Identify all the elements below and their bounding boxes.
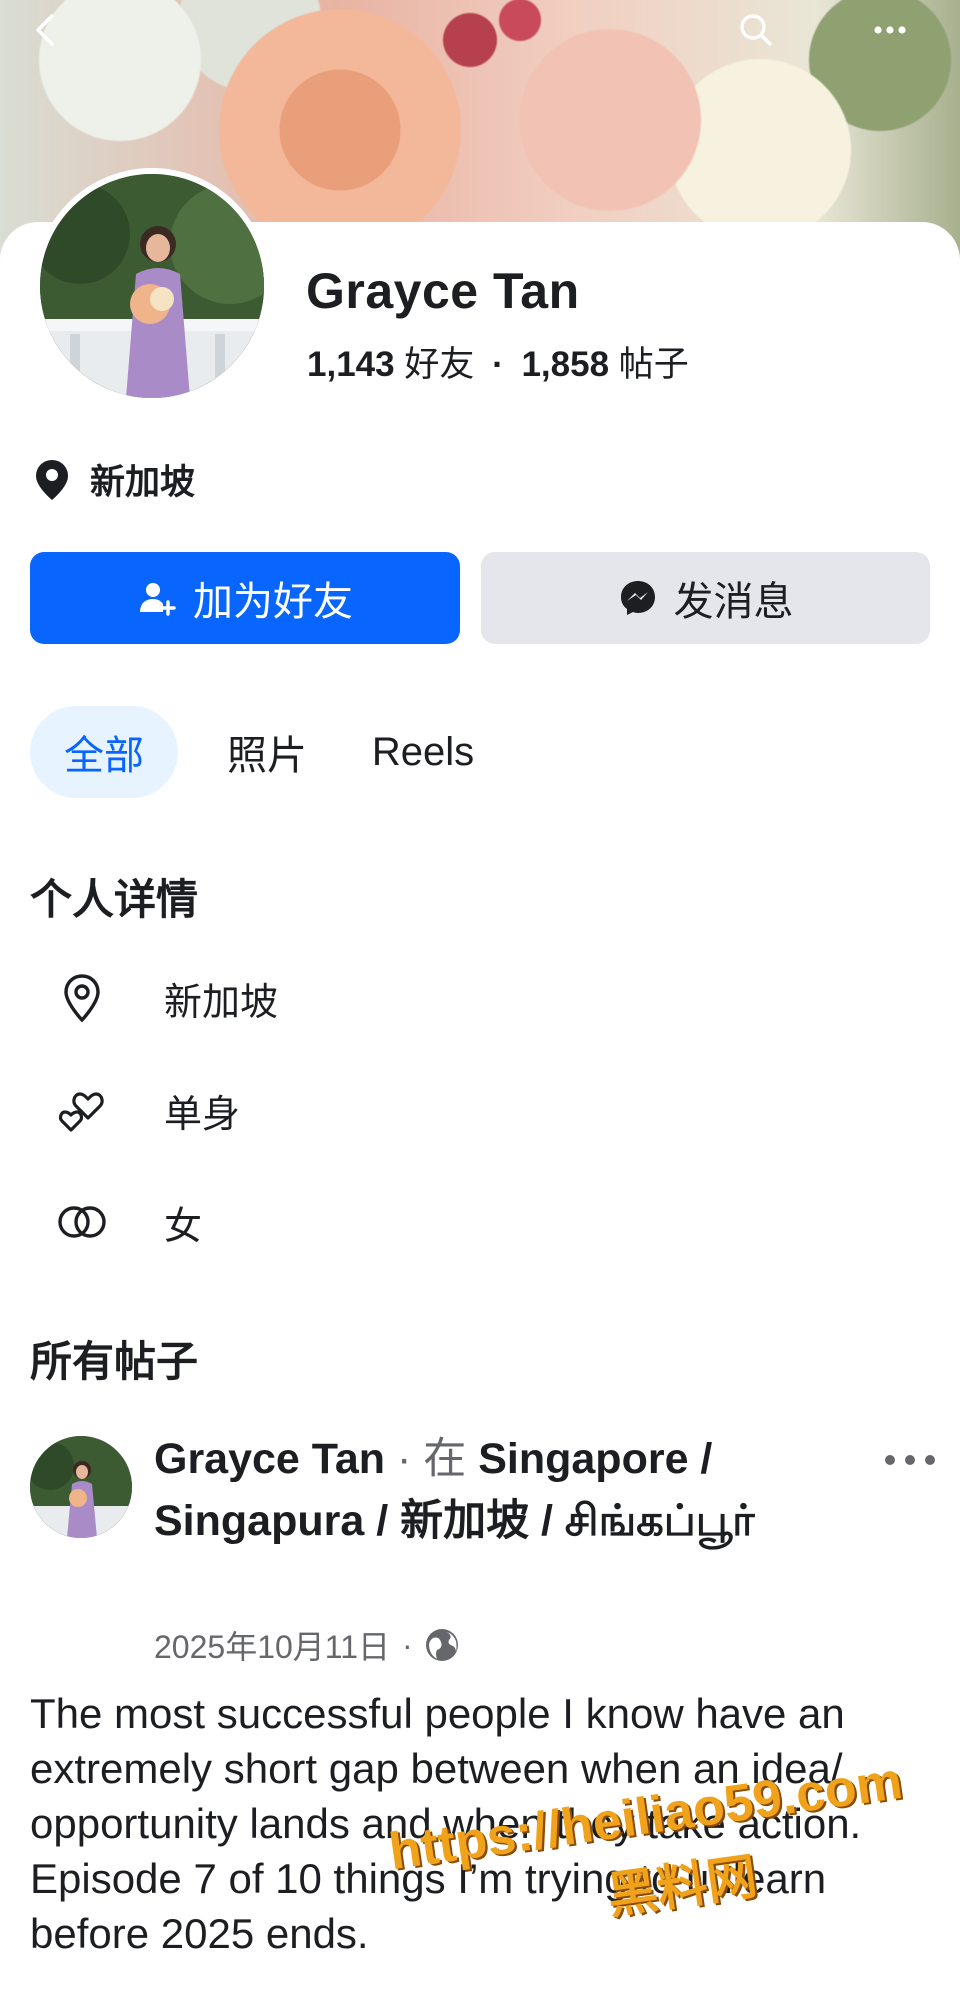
profile-location: 新加坡	[34, 454, 195, 505]
add-person-icon	[140, 583, 176, 616]
globe-icon	[425, 1629, 458, 1661]
hearts-icon	[58, 1092, 104, 1132]
posts-count: 1,858	[521, 345, 610, 384]
message-label: 发消息	[673, 580, 794, 624]
detail-gender: 女	[50, 1190, 202, 1254]
tab-reels[interactable]: Reels	[348, 706, 498, 798]
back-button[interactable]	[22, 6, 70, 54]
chevron-left-icon	[36, 14, 54, 46]
profile-tabs: 全部 照片 Reels	[30, 706, 498, 798]
tab-photos[interactable]: 照片	[196, 706, 338, 798]
location-pin-icon	[64, 974, 100, 1023]
post-meta-separator: ·	[402, 1626, 413, 1663]
more-horizontal-icon	[885, 1455, 935, 1465]
post-author-name[interactable]: Grayce Tan	[154, 1435, 385, 1483]
add-friend-label: 加为好友	[193, 580, 353, 624]
profile-name: Grayce Tan	[306, 263, 580, 319]
posts-section-title: 所有帖子	[30, 1338, 199, 1385]
post-author-avatar[interactable]	[30, 1436, 132, 1538]
location-text: 新加坡	[90, 463, 196, 502]
details-title: 个人详情	[30, 876, 199, 923]
post-meta: 2025年10月11日 ·	[154, 1622, 461, 1668]
detail-relationship-text: 单身	[164, 1093, 241, 1136]
detail-location-text: 新加坡	[164, 981, 279, 1024]
messenger-icon	[620, 581, 655, 615]
location-pin-filled-icon	[36, 459, 68, 500]
post-date[interactable]: 2025年10月11日	[154, 1622, 390, 1668]
detail-gender-text: 女	[164, 1205, 203, 1248]
post-more-button[interactable]	[880, 1440, 940, 1480]
posts-label: 帖子	[618, 345, 689, 384]
more-horizontal-icon	[874, 26, 906, 34]
post-connector: · 在	[397, 1435, 467, 1483]
detail-location: 新加坡	[50, 966, 278, 1030]
stats-separator: ·	[492, 345, 504, 384]
search-icon	[740, 14, 772, 46]
friends-count[interactable]: 1,143	[307, 345, 395, 384]
message-button[interactable]: 发消息	[481, 552, 930, 644]
post-header: Grayce Tan · 在 Singapore / Singapura / 新…	[154, 1428, 794, 1552]
search-button[interactable]	[732, 6, 780, 54]
more-options-button[interactable]	[866, 6, 914, 54]
profile-avatar[interactable]	[34, 168, 270, 404]
tab-all[interactable]: 全部	[30, 706, 178, 798]
detail-relationship: 单身	[50, 1078, 240, 1142]
gender-rings-icon	[58, 1206, 106, 1238]
post-body-text: The most successful people I know have a…	[30, 1690, 862, 1957]
friends-label[interactable]: 好友	[404, 345, 474, 384]
profile-stats: 1,143 好友 · 1,858 帖子	[307, 336, 689, 387]
add-friend-button[interactable]: 加为好友	[30, 552, 460, 644]
